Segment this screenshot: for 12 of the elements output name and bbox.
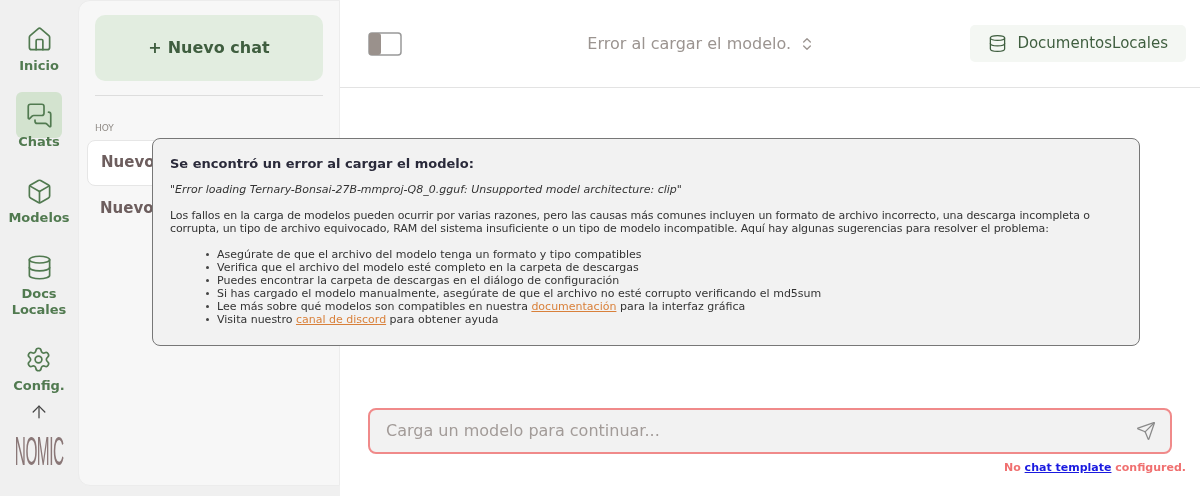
dialog-title: Se encontró un error al cargar el modelo: (170, 155, 475, 173)
group-label: HOY (95, 122, 115, 135)
tip-text: Lee más sobre qué modelos son compatibles en nuestra documentación para la interfaz gráfica (217, 300, 746, 313)
tip-text: Asegúrate de que el archivo del modelo tenga un formato y tipo compatibles (217, 248, 642, 261)
tip-text: Visita nuestro canal de discord para obtener ayuda (217, 313, 499, 326)
error-message: "Error loading Ternary-Bonsai-27B-mmproj-Q8_0.gguf: Unsupported model architecture: clip" (170, 183, 683, 197)
template-warning: No chat template configured. (1004, 459, 1186, 476)
dialog-body: Los fallos en la carga de modelos pueden ocurrir por varias razones, pero las causas más comunes incluyen un formato de archivo incorrecto, una descarga incompleta o corrupta, un tipo de archivo equivocado, RAM del sistema insuficiente o un tipo de modelo incompatible. Aquí hay algunas sugerencias para resolver el problema: (170, 209, 1091, 235)
tip-text: Puedes encontrar la carpeta de descargas en el diálogo de configuración (217, 274, 620, 287)
tip-text: Si has cargado el modelo manualmente, asegúrate de que el archivo no esté corrupto verificando el md5sum (217, 287, 822, 300)
tip-text: Verifica que el archivo del modelo esté completo en la carpeta de descargas (217, 261, 639, 274)
logo: NOMIC (14, 431, 64, 473)
